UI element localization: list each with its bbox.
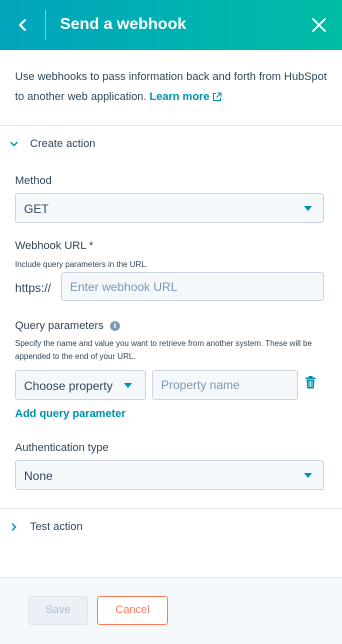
divider [0, 125, 342, 126]
chevron-down-icon [10, 141, 18, 147]
authentication-value: None [24, 469, 53, 483]
trash-icon[interactable] [305, 376, 316, 389]
dropdown-caret-icon [304, 473, 312, 478]
panel-header: Send a webhook [0, 0, 342, 50]
property-name-input[interactable] [152, 370, 298, 400]
query-parameters-help: Specify the name and value you want to r… [15, 339, 312, 361]
test-action-label: Test action [30, 521, 83, 533]
save-button[interactable]: Save [28, 596, 88, 625]
method-value: GET [24, 202, 49, 216]
intro-text: Use webhooks to pass information back an… [15, 67, 327, 107]
dropdown-caret-icon [304, 206, 312, 211]
webhook-url-input[interactable] [61, 272, 324, 301]
create-action-toggle[interactable]: Create action [0, 132, 342, 158]
close-icon [312, 18, 326, 32]
learn-more-label: Learn more [149, 91, 210, 103]
create-action-label: Create action [30, 138, 96, 150]
authentication-select[interactable]: None [15, 460, 324, 490]
webhook-url-label: Webhook URL * [15, 240, 94, 252]
cancel-button[interactable]: Cancel [97, 596, 168, 625]
url-prefix: https:// [15, 281, 52, 295]
query-parameters-label: Query parameters [15, 320, 104, 332]
divider [0, 508, 342, 509]
method-select[interactable]: GET [15, 193, 324, 223]
external-link-icon [213, 92, 222, 101]
learn-more-link[interactable]: Learn more [150, 91, 223, 103]
dropdown-caret-icon [124, 383, 132, 388]
back-button[interactable] [10, 12, 36, 38]
choose-property-value: Choose property [24, 379, 113, 393]
panel-title: Send a webhook [60, 16, 187, 33]
method-label: Method [15, 175, 52, 187]
add-query-parameter-link[interactable]: Add query parameter [15, 408, 126, 420]
header-divider [45, 10, 46, 40]
authentication-label: Authentication type [15, 442, 109, 454]
webhook-url-help: Include query parameters in the URL. [15, 260, 148, 269]
chevron-right-icon [11, 523, 17, 531]
test-action-toggle[interactable]: Test action [0, 515, 342, 541]
choose-property-select[interactable]: Choose property [15, 370, 146, 400]
chevron-left-icon [19, 19, 26, 31]
close-button[interactable] [306, 12, 332, 38]
info-icon[interactable]: i [110, 321, 120, 331]
